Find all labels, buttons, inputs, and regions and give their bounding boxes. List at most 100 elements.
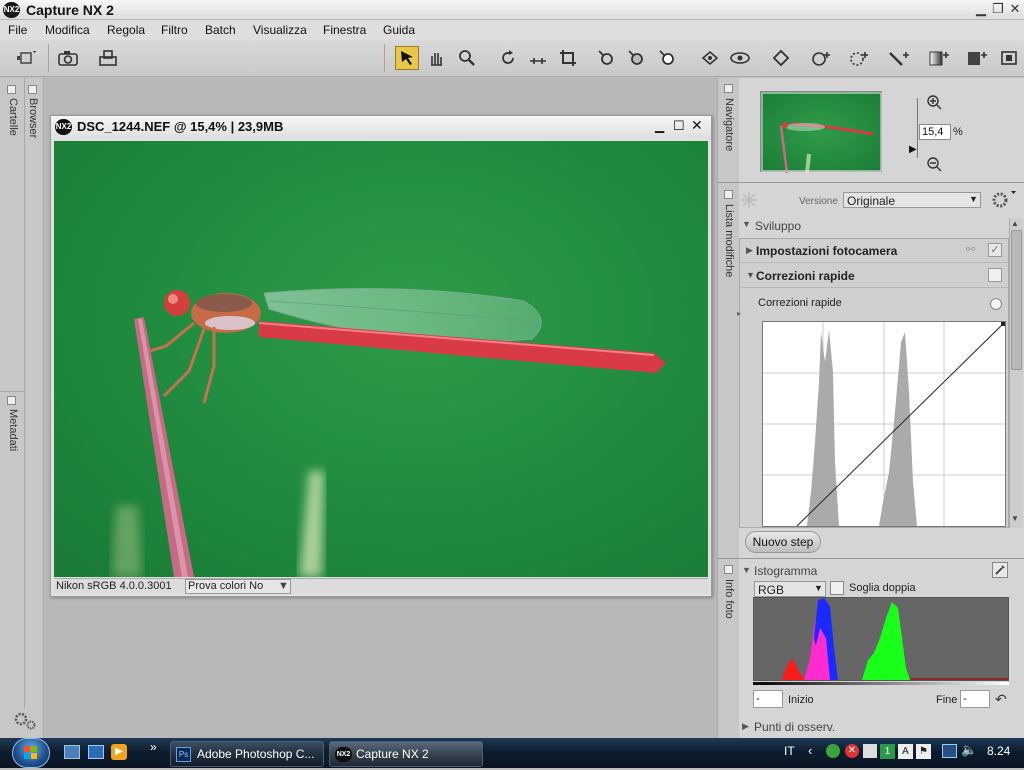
- toolbar: [0, 40, 1024, 77]
- zoom-tool-icon[interactable]: [455, 46, 479, 70]
- image-maximize-button[interactable]: ☐: [673, 118, 685, 134]
- control-points-header[interactable]: ▶ Punti di osserv.: [739, 717, 999, 735]
- gradient-plus-icon[interactable]: [928, 46, 952, 70]
- crop-icon[interactable]: [556, 46, 580, 70]
- tray-expand-icon[interactable]: ‹: [808, 743, 812, 758]
- scroll-up-icon[interactable]: ▲: [1011, 219, 1019, 228]
- scroll-down-icon[interactable]: ▼: [1011, 514, 1019, 523]
- app-logo-icon: NX2: [3, 2, 20, 18]
- tab-metadati[interactable]: Metadati: [7, 409, 19, 451]
- photo-canvas[interactable]: [54, 141, 708, 577]
- metadati-collapse-icon[interactable]: [7, 396, 16, 405]
- clock[interactable]: 8.24: [987, 744, 1010, 758]
- image-window-titlebar[interactable]: NX2 DSC_1244.NEF @ 15,4% | 23,9MB ▁ ☐ ✕: [51, 116, 711, 138]
- info-collapse-icon[interactable]: [724, 565, 733, 574]
- straighten-icon[interactable]: [526, 46, 550, 70]
- end-input[interactable]: -: [960, 690, 990, 708]
- white-control-point-icon[interactable]: [655, 46, 679, 70]
- show-desktop-icon[interactable]: [64, 745, 80, 759]
- cartelle-collapse-icon[interactable]: [7, 85, 16, 94]
- brush-plus-icon[interactable]: [888, 46, 912, 70]
- quick-fix-sub-label: Correzioni rapide: [758, 297, 842, 309]
- navigatore-collapse-icon[interactable]: [724, 84, 733, 93]
- marquee-plus-icon[interactable]: [848, 46, 872, 70]
- image-minimize-button[interactable]: ▁: [655, 119, 664, 133]
- settings-gear-icon[interactable]: [12, 710, 38, 735]
- lasso-plus-icon[interactable]: [810, 46, 834, 70]
- edit-list-gear-icon[interactable]: [989, 188, 1017, 213]
- zoom-input[interactable]: 15,4: [919, 124, 951, 140]
- browser-collapse-icon[interactable]: [28, 85, 37, 94]
- menu-visualizza[interactable]: Visualizza: [253, 23, 307, 37]
- zoom-out-icon[interactable]: [926, 156, 942, 175]
- navigator-thumbnail[interactable]: [760, 91, 882, 174]
- close-button[interactable]: ✕: [1008, 2, 1022, 16]
- menu-batch[interactable]: Batch: [205, 23, 236, 37]
- new-step-button[interactable]: Nuovo step: [745, 531, 821, 553]
- selection-view-icon[interactable]: [998, 46, 1022, 70]
- proof-dropdown[interactable]: Prova colori No ▼: [185, 579, 291, 594]
- menu-filtro[interactable]: Filtro: [161, 23, 188, 37]
- image-close-button[interactable]: ✕: [691, 117, 703, 134]
- camera-icon[interactable]: [56, 46, 80, 70]
- selection-brush-icon[interactable]: [769, 46, 793, 70]
- start-input[interactable]: -: [753, 690, 783, 708]
- sviluppo-label: Sviluppo: [755, 219, 802, 233]
- auto-retouch-icon[interactable]: [728, 46, 752, 70]
- neutral-control-point-icon[interactable]: [624, 46, 648, 70]
- start-button[interactable]: [12, 738, 50, 768]
- menu-file[interactable]: File: [8, 23, 27, 37]
- menu-modifica[interactable]: Modifica: [45, 23, 90, 37]
- red-eye-icon[interactable]: [698, 46, 722, 70]
- histogram-header[interactable]: ▼ Istogramma: [739, 562, 979, 580]
- reset-arrow-icon[interactable]: ↶: [995, 691, 1007, 708]
- zoom-in-icon[interactable]: [926, 94, 942, 113]
- menu-regola[interactable]: Regola: [107, 23, 145, 37]
- histogram-expand-icon: ▼: [742, 565, 751, 575]
- zoom-slider-handle-icon[interactable]: ▶: [909, 144, 917, 155]
- curves-graph[interactable]: [762, 321, 1006, 527]
- lista-collapse-icon[interactable]: [724, 190, 733, 199]
- quick-fix-radio[interactable]: [990, 298, 1002, 310]
- language-indicator[interactable]: IT: [784, 744, 795, 758]
- quicklaunch-more-icon[interactable]: »: [150, 740, 157, 754]
- print-icon[interactable]: [96, 46, 120, 70]
- camera-settings-checkbox[interactable]: ✓: [988, 243, 1002, 257]
- channel-dropdown[interactable]: RGB ▼: [754, 581, 826, 597]
- tab-info-foto[interactable]: Info foto: [723, 579, 735, 619]
- minimize-button[interactable]: ▁: [974, 2, 988, 16]
- version-dropdown[interactable]: Originale ▼: [843, 192, 981, 208]
- taskbar-item-capture-nx[interactable]: NX2 Capture NX 2: [329, 741, 483, 767]
- restore-button[interactable]: ❐: [991, 2, 1005, 16]
- edit-list-scrollbar[interactable]: ▲ ▼: [1009, 218, 1023, 528]
- direct-select-tool-icon[interactable]: [395, 46, 419, 70]
- tray-a-icon: A: [898, 744, 913, 759]
- tab-lista-modifiche[interactable]: Lista modifiche: [723, 204, 735, 277]
- tray-volume-icon[interactable]: 🔈: [961, 742, 977, 758]
- section-sviluppo[interactable]: ▼ Sviluppo: [739, 215, 1022, 236]
- scrollbar-thumb[interactable]: [1011, 230, 1022, 370]
- rotate-icon[interactable]: [496, 46, 520, 70]
- control-points-expand-icon: ▶: [742, 721, 749, 731]
- dual-threshold-checkbox[interactable]: [830, 581, 844, 595]
- tab-navigatore[interactable]: Navigatore: [723, 98, 735, 151]
- step-quick-fix[interactable]: ▼ Correzioni rapide: [740, 264, 1008, 288]
- tab-cartelle[interactable]: Cartelle: [7, 98, 19, 136]
- step-camera-settings[interactable]: ▶ Impostazioni fotocamera ⚯ ✓: [740, 239, 1008, 263]
- explorer-icon[interactable]: [88, 745, 104, 759]
- tab-browser[interactable]: Browser: [27, 98, 39, 138]
- taskbar-capture-label: Capture NX 2: [356, 747, 429, 761]
- quick-fix-checkbox[interactable]: [988, 268, 1002, 282]
- black-control-point-icon[interactable]: [594, 46, 618, 70]
- media-player-icon[interactable]: ▶: [111, 744, 127, 760]
- right-tab-strip: Navigatore Lista modifiche Info foto: [717, 78, 739, 738]
- hand-tool-icon[interactable]: [424, 46, 448, 70]
- capture-nx-icon: NX2: [335, 747, 352, 762]
- menu-guida[interactable]: Guida: [383, 23, 415, 37]
- workspace-icon[interactable]: [14, 46, 38, 70]
- link-icon: ⚯: [966, 244, 976, 256]
- histogram-eyedropper-icon[interactable]: [992, 562, 1008, 578]
- menu-finestra[interactable]: Finestra: [323, 23, 366, 37]
- taskbar-item-photoshop[interactable]: Ps Adobe Photoshop C...: [170, 741, 324, 767]
- fill-plus-icon[interactable]: [966, 46, 990, 70]
